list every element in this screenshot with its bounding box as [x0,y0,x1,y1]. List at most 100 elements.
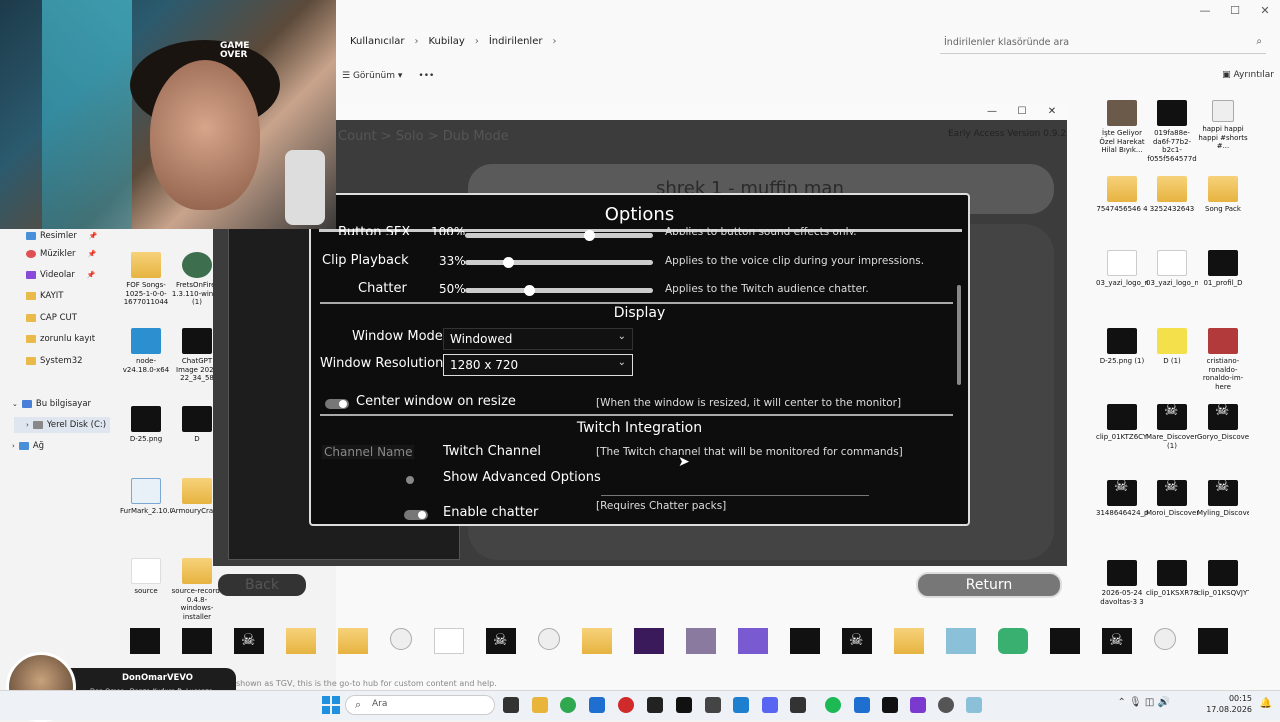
close-button[interactable]: ✕ [1250,0,1280,22]
folder-icon[interactable] [286,628,316,654]
app-icon[interactable] [946,628,976,654]
button-sfx-slider[interactable] [465,230,653,241]
breadcrumb-item[interactable]: Kullanıcılar [350,36,405,47]
more-options-button[interactable]: ••• [418,71,434,81]
options-scrollbar[interactable] [957,285,961,385]
slider-knob[interactable] [503,257,514,268]
nav-item-system32[interactable]: System32 [26,353,83,369]
app-icon[interactable] [790,697,806,713]
breadcrumb-item[interactable]: İndirilenler [489,36,543,47]
desktop-icon[interactable]: D-25.png [120,406,172,444]
notification-icon[interactable]: 🔔 [1260,698,1272,709]
slider-knob[interactable] [524,285,535,296]
video-icon[interactable] [1050,628,1080,654]
clip-playback-slider[interactable] [465,257,653,268]
desktop-icon[interactable]: 01_profil_D [1197,250,1249,288]
app-icon[interactable] [589,697,605,713]
desktop-icon[interactable]: source-record-0.4.8-windows-installer [171,558,223,621]
app-icon[interactable] [966,697,982,713]
video-icon[interactable] [130,628,160,654]
details-pane-button[interactable]: ▣ Ayrıntılar [1222,70,1274,80]
desktop-icon[interactable]: 03_yazi_logo_neon [1146,250,1198,288]
desktop-icon[interactable]: 3148646424_preview_obambo [1096,480,1148,518]
desktop-icon[interactable]: Myling_Discovered [1197,480,1249,518]
obs-icon[interactable] [938,697,954,713]
play-icon[interactable] [1154,628,1176,650]
desktop-icon[interactable]: 019fa88e-da6f-77b2-b2c1-f055f564577d [1146,100,1198,163]
folder-icon[interactable] [894,628,924,654]
enable-chatter-toggle[interactable] [404,510,428,520]
desktop-icon[interactable]: node-v24.18.0-x64 [120,328,172,374]
window-mode-select[interactable]: Windowed ⌄ [443,328,633,350]
app-icon[interactable] [998,628,1028,654]
chatter-slider[interactable] [465,285,653,296]
view-button[interactable]: ☰ Görünüm ▾ [342,71,402,81]
app-icon[interactable] [910,697,926,713]
desktop-icon[interactable]: happi happi happi #shorts #... [1197,100,1249,151]
desktop-icon[interactable]: İşte Geliyor Özel Harekat Hilal Bıyık... [1096,100,1148,155]
desktop-icon[interactable]: clip_01KSQVJYTSHNS7YRYK5SRFSJTB [1197,560,1249,598]
desktop-icon[interactable]: FurMark_2.10.0_Win64_Setup [120,478,172,516]
desktop-icon[interactable]: D-25.png (1) [1096,328,1148,366]
nav-item-videolar[interactable]: Videolar 📌 [26,267,96,283]
folder-icon[interactable] [338,628,368,654]
back-button[interactable]: Back [218,574,306,596]
skull-icon[interactable] [842,628,872,654]
nav-item-resimler[interactable]: Resimler 📌 [26,228,98,244]
desktop-icon[interactable]: D (1) [1146,328,1198,366]
desktop-icon[interactable]: cristiano-ronaldo-ronaldo-im-here [1197,328,1249,391]
image-icon[interactable] [434,628,464,654]
app-icon[interactable] [854,697,870,713]
chrome-icon[interactable] [560,697,576,713]
close-button[interactable]: ✕ [1037,104,1067,120]
play-icon[interactable] [538,628,560,650]
app-icon[interactable] [705,697,721,713]
desktop-icon[interactable]: Moroi_Discovered [1146,480,1198,518]
nav-item-network[interactable]: › Ağ [12,438,44,454]
desktop-icon[interactable]: Song Pack [1197,176,1249,214]
image-icon[interactable] [634,628,664,654]
nav-item-zorunlu[interactable]: zorunlu kayıt [26,331,95,347]
play-icon[interactable] [390,628,412,650]
app-icon[interactable] [647,697,663,713]
folder-icon[interactable] [582,628,612,654]
video-icon[interactable] [790,628,820,654]
channel-name-input[interactable]: Channel Name [322,445,415,459]
desktop-icon[interactable]: FOF Songs-1025-1-0-0-1677011044 [120,252,172,307]
desktop-icon[interactable]: 7547456546 4 [1096,176,1148,214]
minimize-button[interactable]: — [977,104,1007,120]
desktop-icon[interactable]: 2026-05-24 davoltas-3 3 [1096,560,1148,606]
app-icon[interactable] [733,697,749,713]
taskbar-clock[interactable]: 00:15 17.08.2026 [1206,693,1252,715]
taskbar-search[interactable]: ⌕ Ara [345,695,495,715]
image-icon[interactable] [738,628,768,654]
video-icon[interactable] [182,628,212,654]
maximize-button[interactable]: ☐ [1220,0,1250,22]
desktop-icon[interactable]: Goryo_Discovered [1197,404,1249,442]
desktop-icon[interactable]: Mare_Discovered (1) [1146,404,1198,450]
advanced-options-toggle[interactable] [404,475,428,485]
skull-icon[interactable] [1102,628,1132,654]
desktop-icon[interactable]: clip_01KSXR78BB8Y8THFEATQPA4CDH [1146,560,1198,598]
discord-icon[interactable] [762,697,778,713]
search-input[interactable]: İndirilenler klasöründe ara ⌕ [940,32,1266,54]
return-button[interactable]: Return [916,572,1062,598]
system-tray[interactable]: ⌃ 🎙 ◫ 🔊 [1117,697,1170,708]
steam-icon[interactable] [676,697,692,713]
start-button[interactable] [322,696,340,714]
desktop-icon[interactable]: clip_01KTZ6CYP3P3X0DZ3JC1QPGTQB [1096,404,1148,442]
slider-knob[interactable] [584,230,595,241]
desktop-icon[interactable]: source [120,558,172,596]
app-icon[interactable] [882,697,898,713]
minimize-button[interactable]: — [1190,0,1220,22]
skull-icon[interactable] [486,628,516,654]
desktop-icon[interactable]: 03_yazi_logo_neon_1 [1096,250,1148,288]
video-icon[interactable] [1198,628,1228,654]
nav-item-this-pc[interactable]: ⌄ Bu bilgisayar [12,396,91,412]
skull-icon[interactable] [234,628,264,654]
file-explorer-icon[interactable] [532,697,548,713]
app-icon[interactable] [618,697,634,713]
nav-item-kayit[interactable]: KAYIT [26,288,63,304]
nav-item-local-disk[interactable]: › Yerel Disk (C:) [14,417,110,433]
nav-item-capcut[interactable]: CAP CUT [26,310,77,326]
